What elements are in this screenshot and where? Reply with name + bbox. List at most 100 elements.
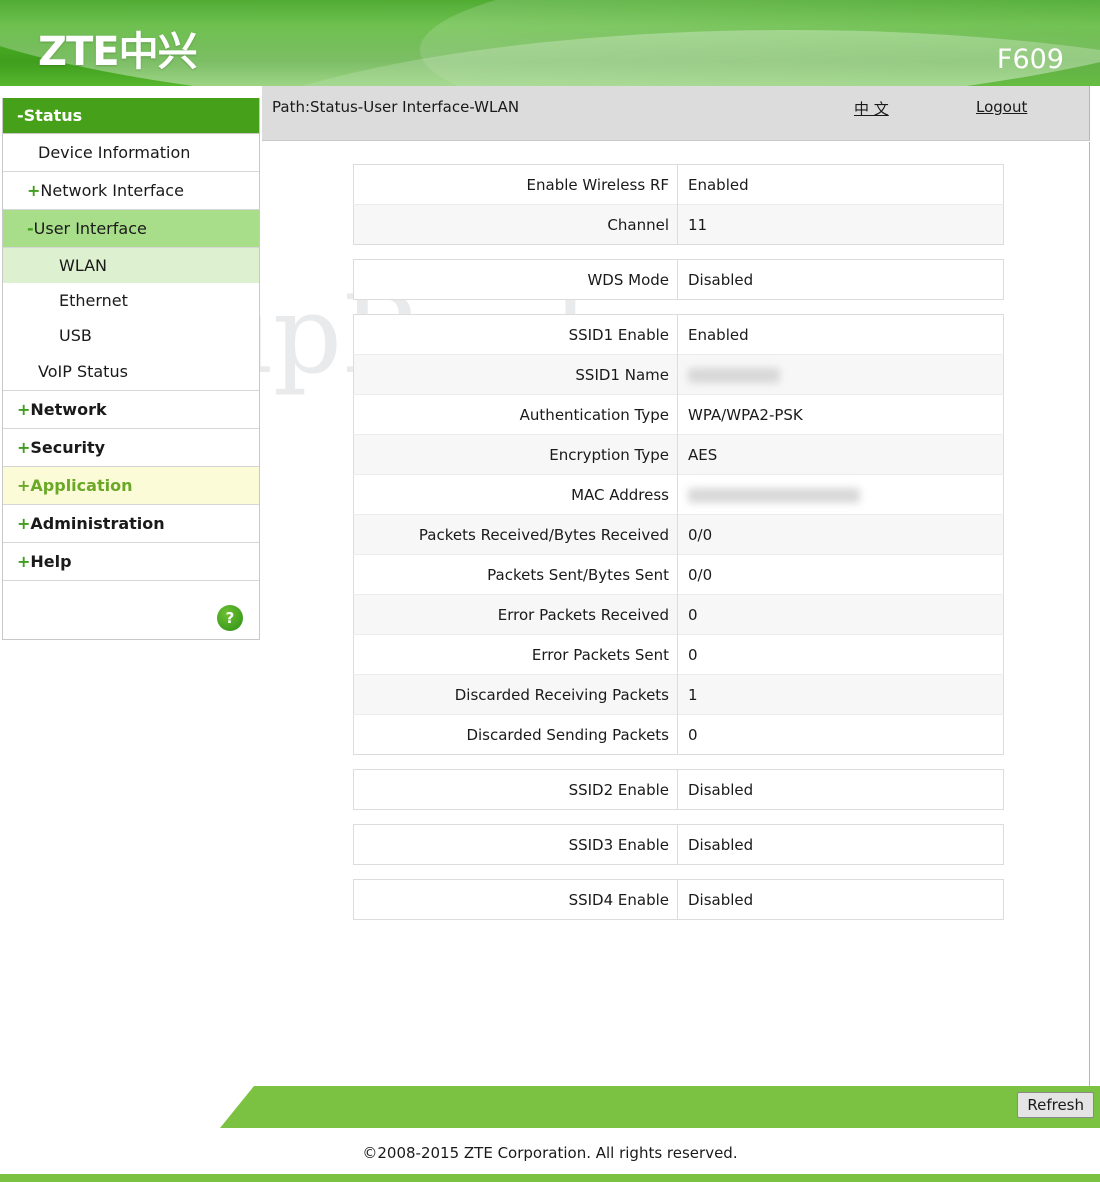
footer-bottom-bar (0, 1174, 1100, 1182)
sidebar-item-label: Administration (30, 514, 165, 533)
table-row: Discarded Sending Packets 0 (353, 714, 1004, 755)
wds-settings-table: WDS Mode Disabled (353, 259, 1004, 300)
collapse-icon: - (27, 219, 34, 238)
sidebar-item-label: Network Interface (40, 181, 184, 200)
row-value: Disabled (677, 879, 1004, 920)
row-label: Authentication Type (353, 394, 678, 435)
row-value: 0/0 (677, 554, 1004, 595)
row-label: Discarded Sending Packets (353, 714, 678, 755)
help-icon[interactable]: ? (217, 605, 243, 631)
table-row: SSID4 Enable Disabled (353, 879, 1004, 920)
sidebar-item-status[interactable]: -Status (3, 98, 259, 134)
main-content: Enable Wireless RF Enabled Channel 11 WDS Mo… (262, 142, 1090, 1096)
table-row: Discarded Receiving Packets 1 (353, 674, 1004, 715)
row-value: Disabled (677, 769, 1004, 810)
sidebar-item-device-information[interactable]: Device Information (3, 134, 259, 172)
table-row: Packets Received/Bytes Received 0/0 (353, 514, 1004, 555)
expand-icon: + (27, 181, 41, 200)
sidebar-item-network[interactable]: +Network (3, 391, 259, 429)
breadcrumb: Path:Status-User Interface-WLAN (272, 98, 520, 116)
sidebar-item-label: USB (59, 326, 92, 345)
app-header: ZTE中兴 F609 (0, 0, 1100, 86)
expand-icon: + (17, 476, 31, 495)
table-row: Error Packets Sent 0 (353, 634, 1004, 675)
radio-settings-table: Enable Wireless RF Enabled Channel 11 (353, 164, 1004, 245)
row-label: SSID3 Enable (353, 824, 678, 865)
router-model-label: F609 (996, 44, 1064, 75)
row-label: Error Packets Sent (353, 634, 678, 675)
redacted-value (688, 367, 780, 383)
sidebar-item-list: Device Information +Network Interface -Use… (3, 134, 259, 581)
row-value: Disabled (677, 259, 1004, 300)
row-label: Packets Sent/Bytes Sent (353, 554, 678, 595)
table-row: SSID3 Enable Disabled (353, 824, 1004, 865)
sidebar-footer-area: ? (3, 581, 259, 639)
ssid4-details-table: SSID4 Enable Disabled (353, 879, 1004, 920)
row-value: 11 (677, 204, 1004, 245)
row-value: 0 (677, 634, 1004, 675)
sidebar-item-voip-status[interactable]: VoIP Status (3, 353, 259, 391)
sidebar-item-label: WLAN (59, 256, 108, 275)
sidebar-item-network-interface[interactable]: +Network Interface (3, 172, 259, 210)
row-label: Enable Wireless RF (353, 164, 678, 205)
logout-link[interactable]: Logout (976, 98, 1027, 116)
row-label: Packets Received/Bytes Received (353, 514, 678, 555)
row-value: Enabled (677, 314, 1004, 355)
row-label: Discarded Receiving Packets (353, 674, 678, 715)
table-row: Enable Wireless RF Enabled (353, 164, 1004, 205)
sidebar-item-wlan[interactable]: WLAN (3, 248, 259, 283)
footer-green-band: Refresh (220, 1086, 1100, 1128)
table-row: Channel 11 (353, 204, 1004, 245)
row-value (677, 354, 1004, 395)
table-row: Encryption Type AES (353, 434, 1004, 475)
path-bar: Path:Status-User Interface-WLAN 中 文 Logo… (262, 86, 1090, 141)
row-value: WPA/WPA2-PSK (677, 394, 1004, 435)
sidebar-item-label: Network (30, 400, 107, 419)
sidebar-item-label: Application (30, 476, 133, 495)
table-row: Error Packets Received 0 (353, 594, 1004, 635)
sidebar-item-user-interface[interactable]: -User Interface (3, 210, 259, 248)
row-value: 0/0 (677, 514, 1004, 555)
row-label: SSID2 Enable (353, 769, 678, 810)
page-body: -Status Device Information +Network Inter… (0, 86, 1100, 1096)
refresh-button[interactable]: Refresh (1017, 1092, 1094, 1118)
ssid2-details-table: SSID2 Enable Disabled (353, 769, 1004, 810)
zte-logo: ZTE中兴 (38, 29, 198, 75)
row-label: SSID1 Enable (353, 314, 678, 355)
copyright-text: ©2008-2015 ZTE Corporation. All rights r… (362, 1144, 738, 1162)
sidebar-item-help[interactable]: +Help (3, 543, 259, 581)
sidebar-item-label: Device Information (38, 143, 191, 162)
ssid3-details-table: SSID3 Enable Disabled (353, 824, 1004, 865)
table-row: SSID1 Enable Enabled (353, 314, 1004, 355)
row-value: Enabled (677, 164, 1004, 205)
row-value: 0 (677, 594, 1004, 635)
language-switch-link[interactable]: 中 文 (854, 98, 889, 119)
page-footer: Refresh ©2008-2015 ZTE Corporation. All … (0, 1086, 1100, 1182)
sidebar-item-administration[interactable]: +Administration (3, 505, 259, 543)
row-value: Disabled (677, 824, 1004, 865)
row-label: MAC Address (353, 474, 678, 515)
sidebar-item-ethernet[interactable]: Ethernet (3, 283, 259, 318)
table-row: Packets Sent/Bytes Sent 0/0 (353, 554, 1004, 595)
sidebar-item-label: User Interface (33, 219, 147, 238)
table-row: SSID2 Enable Disabled (353, 769, 1004, 810)
row-label: Encryption Type (353, 434, 678, 475)
row-label: WDS Mode (353, 259, 678, 300)
sidebar-item-label: VoIP Status (38, 362, 128, 381)
row-value: AES (677, 434, 1004, 475)
sidebar-item-security[interactable]: +Security (3, 429, 259, 467)
row-value: 0 (677, 714, 1004, 755)
sidebar-item-label: Help (30, 552, 72, 571)
ssid1-details-table: SSID1 Enable Enabled SSID1 Name Authenticat… (353, 314, 1004, 755)
expand-icon: + (17, 514, 31, 533)
expand-icon: + (17, 438, 31, 457)
row-label: Channel (353, 204, 678, 245)
table-row: Authentication Type WPA/WPA2-PSK (353, 394, 1004, 435)
row-label: Error Packets Received (353, 594, 678, 635)
sidebar-item-usb[interactable]: USB (3, 318, 259, 353)
table-row: WDS Mode Disabled (353, 259, 1004, 300)
row-value: 1 (677, 674, 1004, 715)
sidebar-nav: -Status Device Information +Network Inter… (2, 98, 260, 640)
redacted-value (688, 487, 860, 503)
sidebar-item-application[interactable]: +Application (3, 467, 259, 505)
